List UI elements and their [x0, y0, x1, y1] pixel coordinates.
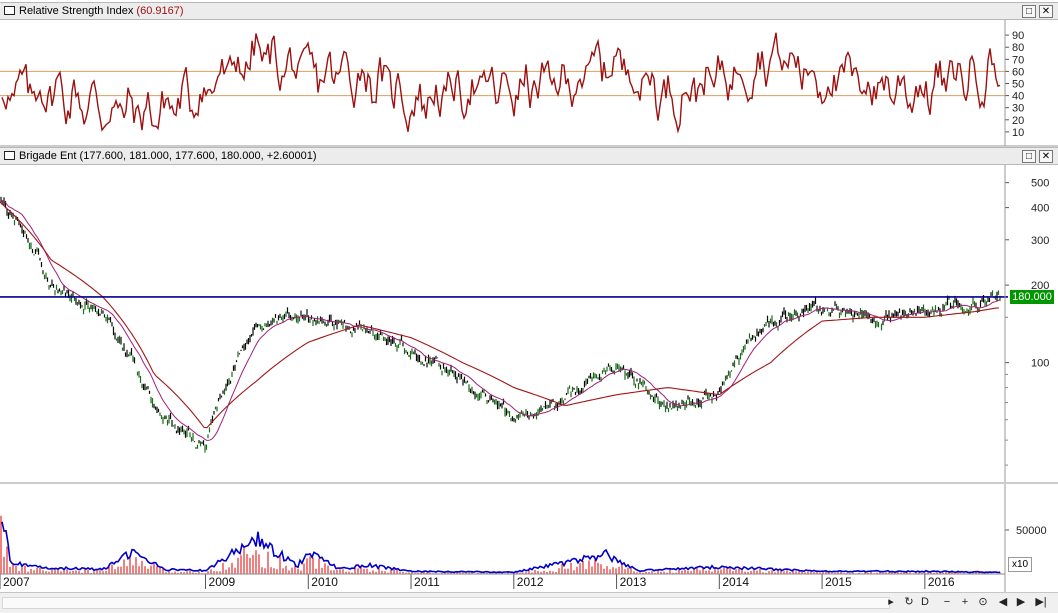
year-label: 2012: [517, 575, 544, 589]
year-label: 2007: [3, 575, 30, 589]
price-plot: 100200300400500: [0, 178, 1049, 466]
price-tick-label: 500: [1031, 178, 1049, 190]
volume-multiplier: x10: [1008, 557, 1032, 572]
refresh-icon[interactable]: ↻: [902, 595, 916, 610]
rsi-line: [1, 32, 1001, 134]
year-label: 2011: [414, 575, 440, 589]
rsi-tick-label: 90: [1012, 30, 1024, 42]
last-icon[interactable]: ▶|: [1034, 595, 1048, 610]
target-icon[interactable]: ⊙: [976, 595, 990, 610]
year-label: 2015: [825, 575, 852, 589]
rsi-tick-label: 60: [1012, 66, 1024, 78]
d-icon[interactable]: D: [918, 595, 932, 610]
axes: 2007 2009 2010 2011 2012 2013 2014 2015 2016: [0, 20, 1058, 592]
chart-canvas[interactable]: 102030405060708090 100200300400500 50000…: [0, 0, 1058, 592]
year-label: 2013: [620, 575, 647, 589]
zoom-out-icon[interactable]: −: [940, 595, 954, 610]
year-label: 2016: [928, 575, 955, 589]
year-label: 2010: [311, 575, 338, 589]
price-tick-label: 300: [1031, 235, 1049, 247]
next-icon[interactable]: ▶: [1014, 595, 1028, 610]
price-tick-label: 400: [1031, 203, 1049, 215]
zoom-in-icon[interactable]: +: [958, 595, 972, 610]
rsi-tick-label: 40: [1012, 91, 1024, 103]
volume-line: [1, 521, 1001, 574]
year-label: 2014: [722, 575, 749, 589]
rsi-tick-label: 20: [1012, 115, 1024, 127]
price-tick-label: 100: [1031, 358, 1049, 370]
bottom-navigation-bar: ▸ ↻ D − + ⊙ ◀ ▶ ▶|: [0, 592, 1058, 613]
rsi-tick-label: 80: [1012, 42, 1024, 54]
volume-tick-label: 50000: [1016, 525, 1047, 537]
rsi-tick-label: 50: [1012, 79, 1024, 91]
prev-icon[interactable]: ◀: [996, 595, 1010, 610]
rsi-tick-label: 30: [1012, 103, 1024, 115]
volume-plot: 50000: [0, 515, 1047, 574]
scroll-handle-icon[interactable]: ▸: [884, 595, 898, 610]
rsi-plot: 102030405060708090: [0, 30, 1024, 139]
year-label: 2009: [209, 575, 236, 589]
rsi-tick-label: 10: [1012, 127, 1024, 139]
last-price-label: 180.000: [1010, 290, 1054, 304]
rsi-tick-label: 70: [1012, 54, 1024, 66]
horizontal-scrollbar[interactable]: [2, 597, 890, 609]
